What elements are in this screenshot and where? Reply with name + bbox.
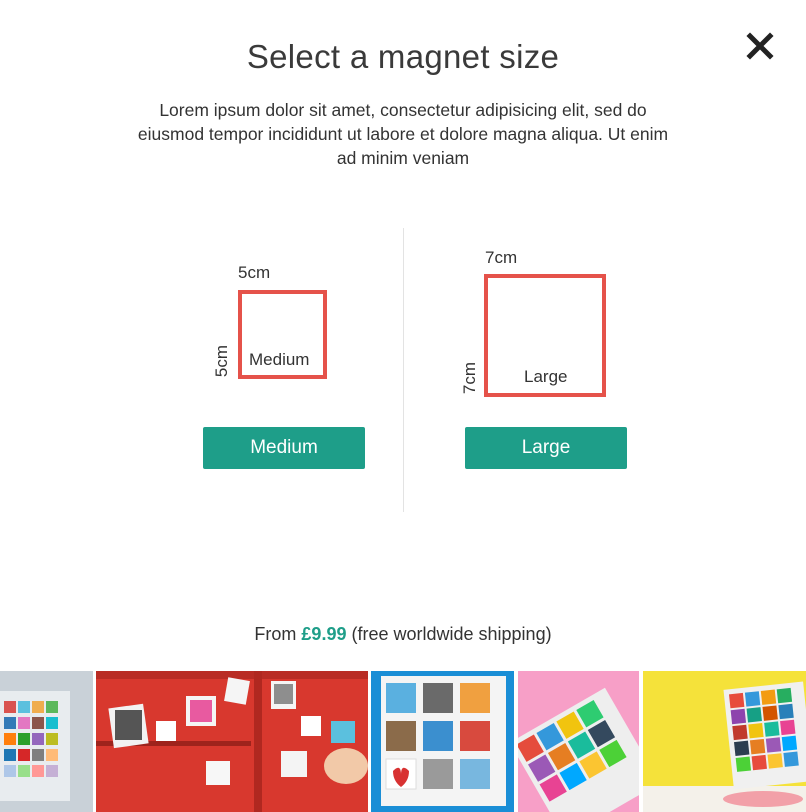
modal-title: Select a magnet size	[246, 38, 560, 75]
price-amount: £9.99	[301, 624, 347, 644]
price-suffix: (free worldwide shipping)	[351, 624, 552, 644]
options-divider	[403, 228, 404, 512]
medium-box-label: Medium	[249, 350, 310, 369]
large-width-label: 7cm	[485, 248, 518, 267]
gallery-photo-wall-grid	[0, 671, 93, 812]
large-button[interactable]: Large	[465, 427, 627, 469]
medium-button[interactable]: Medium	[203, 427, 365, 469]
gallery-photo-yellow-wall	[643, 671, 806, 812]
large-box-label: Large	[524, 367, 568, 386]
gallery-photo-red-cabinet	[96, 671, 368, 812]
price-line: From £9.99 (free worldwide shipping)	[0, 624, 806, 645]
large-height-label: 7cm	[460, 361, 480, 395]
gallery-photo-blue-grid	[371, 671, 514, 812]
medium-height-label: 5cm	[212, 344, 232, 378]
gallery-photo-pink-board	[518, 671, 639, 812]
photo-gallery	[0, 671, 806, 812]
modal-description: Lorem ipsum dolor sit amet, consectetur …	[137, 100, 669, 168]
medium-width-label: 5cm	[238, 263, 271, 282]
price-prefix: From	[254, 624, 297, 644]
